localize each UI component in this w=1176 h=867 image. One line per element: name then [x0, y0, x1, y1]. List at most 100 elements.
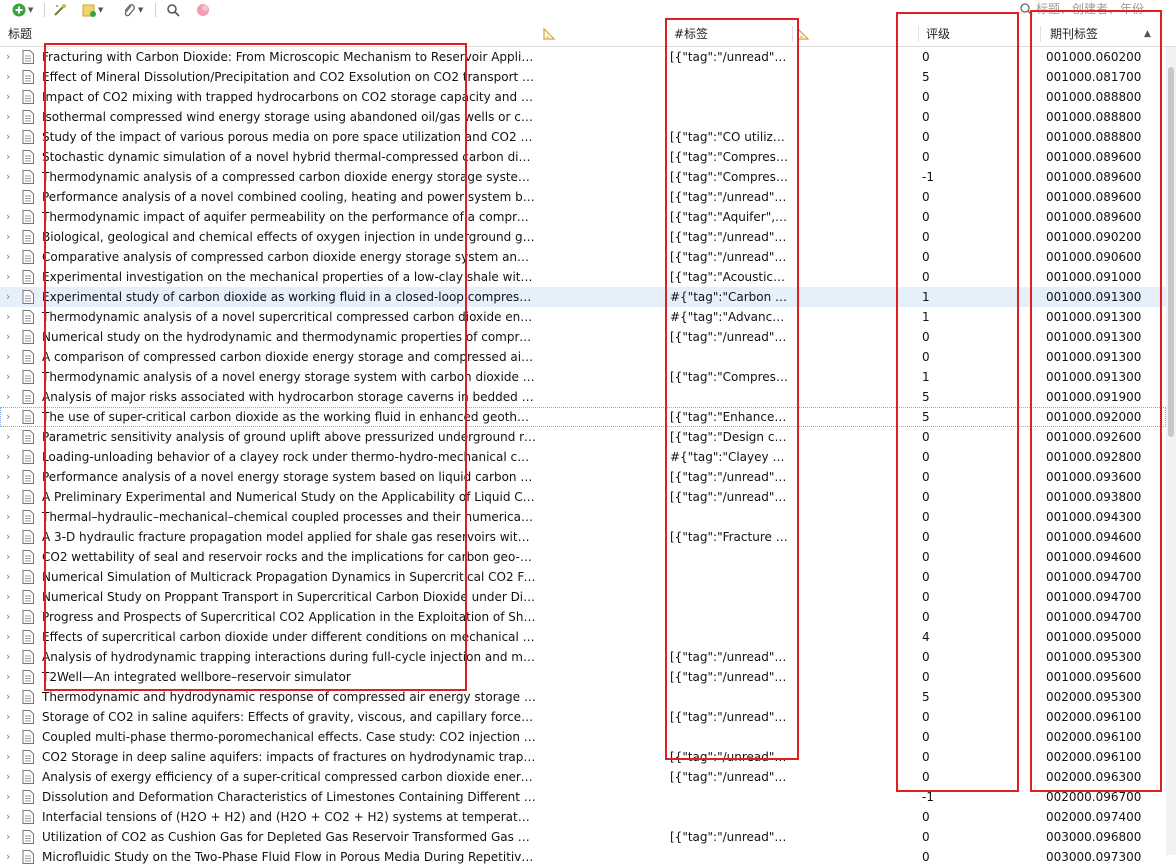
table-row[interactable]: › Thermodynamic analysis of a novel super…: [0, 307, 1166, 327]
table-row[interactable]: › Loading-unloading behavior of a clayey …: [0, 447, 1166, 467]
table-row[interactable]: › Coupled multi-phase thermo-poromechanic…: [0, 727, 1166, 747]
table-row[interactable]: › Experimental study of carbon dioxide as…: [0, 287, 1166, 307]
expand-chevron-icon[interactable]: ›: [6, 407, 18, 427]
table-row[interactable]: › Numerical Study on Proppant Transport i…: [0, 587, 1166, 607]
table-row[interactable]: › Isothermal compressed wind energy stora…: [0, 107, 1166, 127]
table-row[interactable]: › CO2 Storage in deep saline aquifers: im…: [0, 747, 1166, 767]
expand-chevron-icon[interactable]: ›: [6, 807, 18, 827]
expand-chevron-icon[interactable]: ›: [6, 47, 18, 67]
expand-chevron-icon[interactable]: ›: [6, 667, 18, 687]
table-row[interactable]: › Thermodynamic analysis of a compressed …: [0, 167, 1166, 187]
table-row[interactable]: › Effect of Mineral Dissolution/Precipita…: [0, 67, 1166, 87]
table-row[interactable]: › A comparison of compressed carbon dioxi…: [0, 347, 1166, 367]
table-row[interactable]: › Thermal–hydraulic–mechanical–chemical c…: [0, 507, 1166, 527]
table-row[interactable]: › Stochastic dynamic simulation of a nove…: [0, 147, 1166, 167]
table-row[interactable]: › Comparative analysis of compressed carb…: [0, 247, 1166, 267]
expand-chevron-icon[interactable]: ›: [6, 427, 18, 447]
table-row[interactable]: › Utilization of CO2 as Cushion Gas for D…: [0, 827, 1166, 847]
expand-chevron-icon[interactable]: ›: [6, 487, 18, 507]
new-item-button[interactable]: ▼: [12, 2, 33, 18]
table-row[interactable]: › Numerical Simulation of Multicrack Prop…: [0, 567, 1166, 587]
expand-chevron-icon[interactable]: ›: [6, 67, 18, 87]
column-header-journal[interactable]: 期刊标签: [1050, 22, 1098, 46]
column-header-tags[interactable]: #标签: [674, 22, 708, 46]
column-header-rating[interactable]: 评级: [926, 22, 950, 46]
expand-chevron-icon[interactable]: ›: [6, 707, 18, 727]
table-row[interactable]: › Thermodynamic impact of aquifer permeab…: [0, 207, 1166, 227]
table-row[interactable]: › Effects of supercritical carbon dioxide…: [0, 627, 1166, 647]
advanced-search-button[interactable]: [166, 2, 180, 18]
column-picker-icon[interactable]: [796, 27, 810, 44]
expand-chevron-icon[interactable]: ›: [6, 167, 18, 187]
expand-chevron-icon[interactable]: ›: [6, 207, 18, 227]
table-row[interactable]: › Dissolution and Deformation Characteris…: [0, 787, 1166, 807]
expand-chevron-icon[interactable]: ›: [6, 747, 18, 767]
expand-chevron-icon[interactable]: ›: [6, 527, 18, 547]
expand-chevron-icon[interactable]: ›: [6, 647, 18, 667]
expand-chevron-icon[interactable]: ›: [6, 347, 18, 367]
vertical-scrollbar[interactable]: [1166, 47, 1176, 855]
expand-chevron-icon[interactable]: ›: [6, 627, 18, 647]
table-row[interactable]: Performance analysis of a novel combined…: [0, 187, 1166, 207]
table-row[interactable]: › A Preliminary Experimental and Numerica…: [0, 487, 1166, 507]
item-title: Fracturing with Carbon Dioxide: From Mic…: [42, 50, 536, 64]
expand-chevron-icon[interactable]: ›: [6, 367, 18, 387]
column-picker-icon[interactable]: [542, 27, 556, 44]
table-row[interactable]: › Microfluidic Study on the Two-Phase Flu…: [0, 847, 1166, 867]
table-row[interactable]: › Progress and Prospects of Supercritical…: [0, 607, 1166, 627]
expand-chevron-icon[interactable]: ›: [6, 687, 18, 707]
expand-chevron-icon[interactable]: ›: [6, 227, 18, 247]
new-note-button[interactable]: ▼: [82, 2, 103, 18]
expand-chevron-icon[interactable]: ›: [6, 467, 18, 487]
table-row[interactable]: › A 3-D hydraulic fracture propagation mo…: [0, 527, 1166, 547]
table-row[interactable]: › Numerical study on the hydrodynamic and…: [0, 327, 1166, 347]
expand-chevron-icon[interactable]: ›: [6, 507, 18, 527]
add-by-identifier-button[interactable]: [52, 2, 68, 18]
column-header-title[interactable]: 标题: [8, 22, 32, 46]
item-journal-tag: 003000.097300: [1046, 850, 1142, 864]
expand-chevron-icon[interactable]: ›: [6, 107, 18, 127]
expand-chevron-icon[interactable]: ›: [6, 587, 18, 607]
expand-chevron-icon[interactable]: ›: [6, 267, 18, 287]
expand-chevron-icon[interactable]: ›: [6, 727, 18, 747]
expand-chevron-icon[interactable]: ›: [6, 327, 18, 347]
table-row[interactable]: › Fracturing with Carbon Dioxide: From Mi…: [0, 47, 1166, 67]
expand-chevron-icon[interactable]: ›: [6, 447, 18, 467]
table-row[interactable]: › Storage of CO2 in saline aquifers: Effe…: [0, 707, 1166, 727]
table-row[interactable]: › Impact of CO2 mixing with trapped hydro…: [0, 87, 1166, 107]
table-row[interactable]: › T2Well—An integrated wellbore–reservoir…: [0, 667, 1166, 687]
expand-chevron-icon[interactable]: ›: [6, 787, 18, 807]
table-row[interactable]: › Thermodynamic and hydrodynamic response…: [0, 687, 1166, 707]
expand-chevron-icon[interactable]: ›: [6, 607, 18, 627]
expand-chevron-icon[interactable]: ›: [6, 307, 18, 327]
expand-chevron-icon[interactable]: ›: [6, 567, 18, 587]
document-icon: [22, 230, 34, 244]
table-row[interactable]: › The use of super-critical carbon dioxid…: [0, 407, 1166, 427]
expand-chevron-icon[interactable]: ›: [6, 87, 18, 107]
expand-chevron-icon[interactable]: ›: [6, 147, 18, 167]
table-row[interactable]: › Biological, geological and chemical eff…: [0, 227, 1166, 247]
expand-chevron-icon[interactable]: ›: [6, 847, 18, 867]
add-attachment-button[interactable]: ▼: [122, 2, 143, 18]
table-row[interactable]: › Study of the impact of various porous m…: [0, 127, 1166, 147]
table-row[interactable]: › Thermodynamic analysis of a novel energ…: [0, 367, 1166, 387]
expand-chevron-icon[interactable]: ›: [6, 827, 18, 847]
table-row[interactable]: › Performance analysis of a novel energy …: [0, 467, 1166, 487]
expand-chevron-icon[interactable]: ›: [6, 247, 18, 267]
table-row[interactable]: › Experimental investigation on the mecha…: [0, 267, 1166, 287]
table-row[interactable]: › Analysis of major risks associated with…: [0, 387, 1166, 407]
scrollbar-thumb[interactable]: [1168, 67, 1174, 437]
table-row[interactable]: › Interfacial tensions of (H2O + H2) and …: [0, 807, 1166, 827]
table-row[interactable]: › Analysis of exergy efficiency of a supe…: [0, 767, 1166, 787]
document-icon: [22, 610, 34, 624]
table-row[interactable]: › Parametric sensitivity analysis of grou…: [0, 427, 1166, 447]
expand-chevron-icon[interactable]: ›: [6, 547, 18, 567]
table-row[interactable]: › CO2 wettability of seal and reservoir r…: [0, 547, 1166, 567]
search-input[interactable]: [1034, 0, 1176, 18]
expand-chevron-icon[interactable]: ›: [6, 387, 18, 407]
expand-chevron-icon[interactable]: ›: [6, 127, 18, 147]
expand-chevron-icon[interactable]: ›: [6, 767, 18, 787]
locate-button[interactable]: [195, 2, 211, 18]
table-row[interactable]: › Analysis of hydrodynamic trapping inter…: [0, 647, 1166, 667]
expand-chevron-icon[interactable]: ›: [6, 287, 18, 307]
